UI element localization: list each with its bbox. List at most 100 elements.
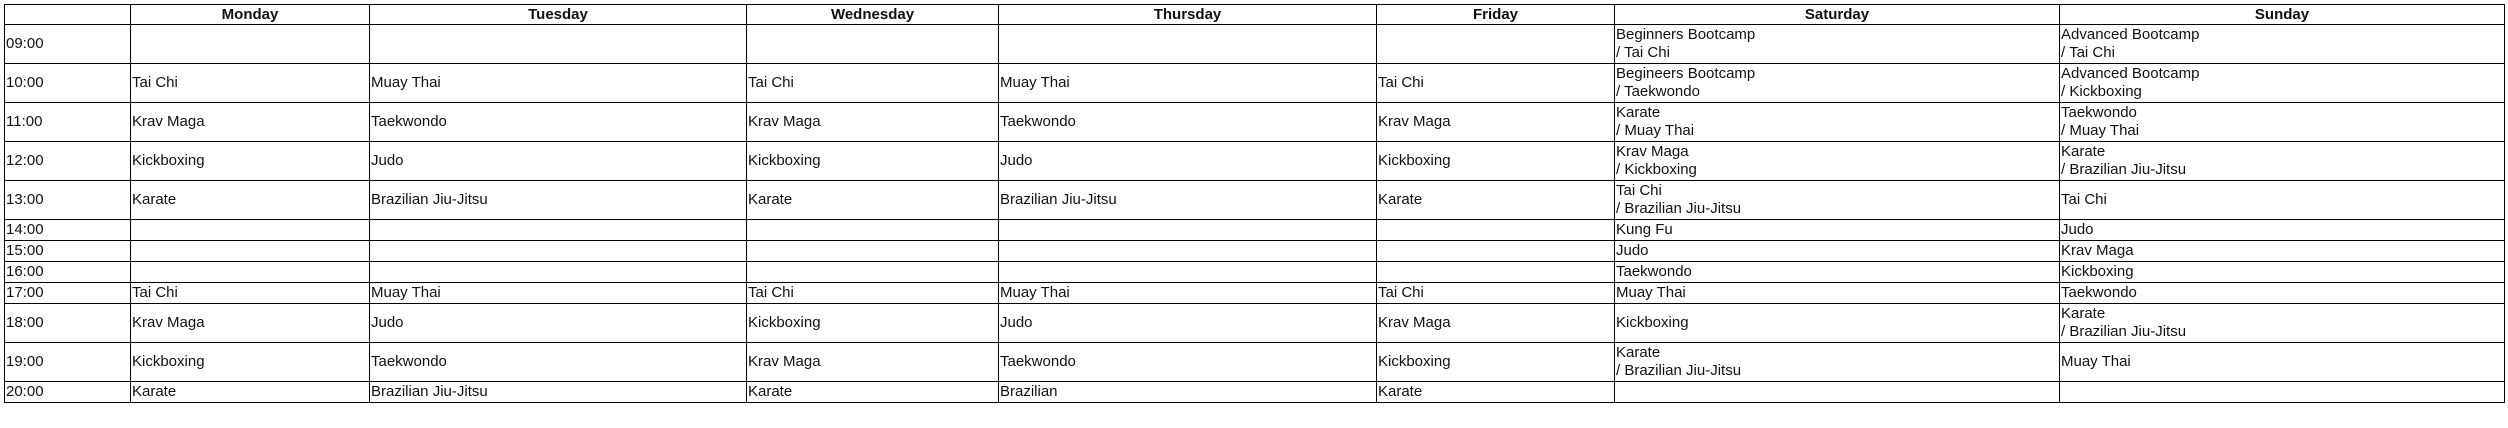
class-cell-wednesday (746, 240, 999, 262)
class-name: Taekwondo (1616, 263, 1692, 280)
class-cell-friday (1376, 240, 1615, 262)
class-cell-wednesday: Kickboxing (746, 303, 999, 343)
time-cell: 17:00 (4, 282, 131, 304)
time-cell: 10:00 (4, 63, 131, 103)
class-name: / Muay Thai (1616, 122, 1695, 139)
class-cell-thursday (998, 240, 1377, 262)
class-name: Kickboxing (132, 152, 205, 169)
class-name: Begineers Bootcamp (1616, 65, 1756, 82)
header-monday: Monday (130, 4, 370, 25)
class-cell-sunday: Taekwondo / Muay Thai (2059, 102, 2505, 142)
class-cell-tuesday: Taekwondo (369, 102, 747, 142)
class-name: Tai Chi (748, 74, 794, 91)
class-name: Karate (1378, 383, 1423, 400)
class-cell-thursday: Judo (998, 141, 1377, 181)
table-row: 18:00 Krav Maga Judo Kickboxing Judo Krav Mag… (4, 303, 2505, 343)
class-name: Tai Chi (1616, 182, 1662, 199)
class-cell-thursday: Taekwondo (998, 342, 1377, 382)
class-cell-monday (130, 24, 370, 64)
class-cell-friday: Karate (1376, 381, 1615, 403)
class-cell-saturday: Karate / Brazilian Jiu-Jitsu (1614, 342, 2060, 382)
class-name: Judo (371, 152, 404, 169)
header-time (4, 4, 131, 25)
class-cell-thursday: Judo (998, 303, 1377, 343)
table-row: 20:00 Karate Brazilian Jiu-Jitsu Karate Braz… (4, 381, 2505, 403)
table-row: 12:00 Kickboxing Judo Kickboxing Judo Kickbox… (4, 141, 2505, 181)
class-name: Krav Maga (1378, 113, 1451, 130)
class-name: Judo (1000, 152, 1033, 169)
table-row: 13:00 Karate Brazilian Jiu-Jitsu Karate Braz… (4, 180, 2505, 220)
class-name: Krav Maga (1616, 143, 1689, 160)
class-cell-thursday (998, 24, 1377, 64)
class-name: Tai Chi (132, 74, 178, 91)
class-name: Advanced Bootcamp (2061, 26, 2200, 43)
class-name: / Taekwondo (1616, 83, 1700, 100)
class-name: Taekwondo (371, 353, 447, 370)
class-schedule-table: Monday Tuesday Wednesday Thursday Friday… (4, 4, 2505, 403)
class-name: Muay Thai (371, 74, 441, 91)
class-cell-saturday: Beginners Bootcamp / Tai Chi (1614, 24, 2060, 64)
class-cell-sunday: Muay Thai (2059, 342, 2505, 382)
class-name: Judo (2061, 221, 2094, 238)
table-row: 15:00 Judo Krav Maga (4, 240, 2505, 262)
class-cell-tuesday (369, 240, 747, 262)
class-name: Brazilian Jiu-Jitsu (371, 383, 488, 400)
class-name: Kickboxing (1616, 314, 1689, 331)
class-cell-saturday: Kickboxing (1614, 303, 2060, 343)
class-cell-thursday: Muay Thai (998, 63, 1377, 103)
class-cell-monday (130, 219, 370, 241)
time-cell: 14:00 (4, 219, 131, 241)
class-name: Karate (2061, 143, 2106, 160)
class-cell-tuesday: Judo (369, 141, 747, 181)
class-name: Taekwondo (2061, 104, 2137, 121)
class-cell-monday: Kickboxing (130, 342, 370, 382)
class-name: Tai Chi (1378, 74, 1424, 91)
class-cell-sunday: Karate / Brazilian Jiu-Jitsu (2059, 141, 2505, 181)
time-cell: 12:00 (4, 141, 131, 181)
class-cell-friday (1376, 24, 1615, 64)
class-cell-friday: Karate (1376, 180, 1615, 220)
time-cell: 09:00 (4, 24, 131, 64)
class-name: Muay Thai (1000, 74, 1070, 91)
class-cell-sunday (2059, 381, 2505, 403)
class-cell-monday: Krav Maga (130, 303, 370, 343)
class-cell-tuesday: Muay Thai (369, 282, 747, 304)
class-name: Krav Maga (132, 314, 205, 331)
class-name: / Brazilian Jiu-Jitsu (2061, 323, 2187, 340)
class-name: Karate (132, 191, 177, 208)
time-cell: 18:00 (4, 303, 131, 343)
class-cell-wednesday: Krav Maga (746, 102, 999, 142)
class-cell-friday: Krav Maga (1376, 102, 1615, 142)
class-name: Kickboxing (1378, 353, 1451, 370)
class-cell-monday: Tai Chi (130, 282, 370, 304)
class-cell-monday (130, 240, 370, 262)
class-cell-wednesday: Tai Chi (746, 282, 999, 304)
class-name: Tai Chi (2061, 191, 2107, 208)
class-name: Judo (371, 314, 404, 331)
class-name: Kung Fu (1616, 221, 1673, 238)
class-cell-sunday: Judo (2059, 219, 2505, 241)
class-name: Kickboxing (748, 314, 821, 331)
class-cell-saturday: Karate / Muay Thai (1614, 102, 2060, 142)
class-cell-wednesday (746, 219, 999, 241)
class-name: Tai Chi (1378, 284, 1424, 301)
class-cell-monday: Karate (130, 381, 370, 403)
table-row: 14:00 Kung Fu Judo (4, 219, 2505, 241)
class-cell-wednesday (746, 24, 999, 64)
class-cell-tuesday: Taekwondo (369, 342, 747, 382)
class-cell-friday: Krav Maga (1376, 303, 1615, 343)
table-row: 09:00 Beginners Bootcamp / Tai Chi Advanced… (4, 24, 2505, 64)
class-cell-saturday: Tai Chi / Brazilian Jiu-Jitsu (1614, 180, 2060, 220)
time-cell: 16:00 (4, 261, 131, 283)
class-name: / Brazilian Jiu-Jitsu (1616, 200, 1742, 217)
class-cell-friday (1376, 219, 1615, 241)
class-name: Karate (748, 191, 793, 208)
class-name: Beginners Bootcamp (1616, 26, 1756, 43)
table-row: 16:00 Taekwondo Kickboxing (4, 261, 2505, 283)
table-row: 10:00 Tai Chi Muay Thai Tai Chi Muay Thai Tai… (4, 63, 2505, 103)
class-cell-wednesday (746, 261, 999, 283)
table-row: 11:00 Krav Maga Taekwondo Krav Maga Taekwond… (4, 102, 2505, 142)
time-cell: 20:00 (4, 381, 131, 403)
class-name: Karate (132, 383, 177, 400)
class-name: / Tai Chi (1616, 44, 1670, 61)
